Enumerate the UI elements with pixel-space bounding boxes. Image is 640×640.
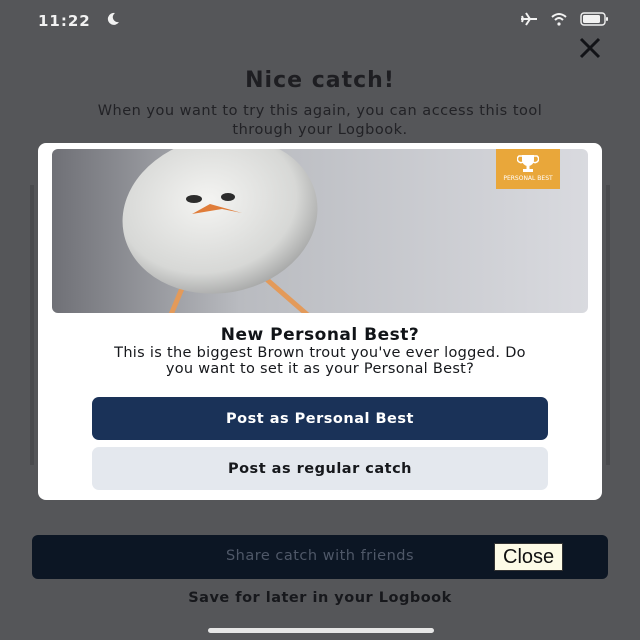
home-indicator[interactable] <box>208 628 434 633</box>
modal-body: This is the biggest Brown trout you've e… <box>114 345 526 377</box>
page-title: Nice catch! <box>245 68 395 93</box>
background-card-edge-right <box>606 185 610 465</box>
close-button[interactable]: Close <box>494 543 564 571</box>
status-bar: 11:22 <box>0 0 640 44</box>
trophy-icon <box>516 155 540 172</box>
badge-label: PERSONAL BEST <box>503 175 553 182</box>
modal-title: New Personal Best? <box>220 325 420 345</box>
moon-icon <box>107 12 119 25</box>
wifi-icon <box>551 13 567 26</box>
page-subtitle: When you want to try this again, you can… <box>97 103 543 138</box>
background-card-edge-left <box>30 185 34 465</box>
catch-photo: PERSONAL BEST <box>52 149 588 313</box>
post-as-personal-best-button[interactable]: Post as Personal Best <box>92 397 548 440</box>
save-for-later-link[interactable]: Save for later in your Logbook <box>0 590 640 606</box>
post-as-regular-catch-button[interactable]: Post as regular catch <box>92 447 548 490</box>
airplane-icon <box>521 12 537 26</box>
status-time: 11:22 <box>38 12 91 30</box>
battery-icon <box>580 12 608 26</box>
status-icons <box>520 12 610 26</box>
personal-best-modal: PERSONAL BEST New Personal Best? This is… <box>38 143 602 500</box>
personal-best-badge: PERSONAL BEST <box>496 149 560 189</box>
close-icon[interactable] <box>578 36 602 60</box>
